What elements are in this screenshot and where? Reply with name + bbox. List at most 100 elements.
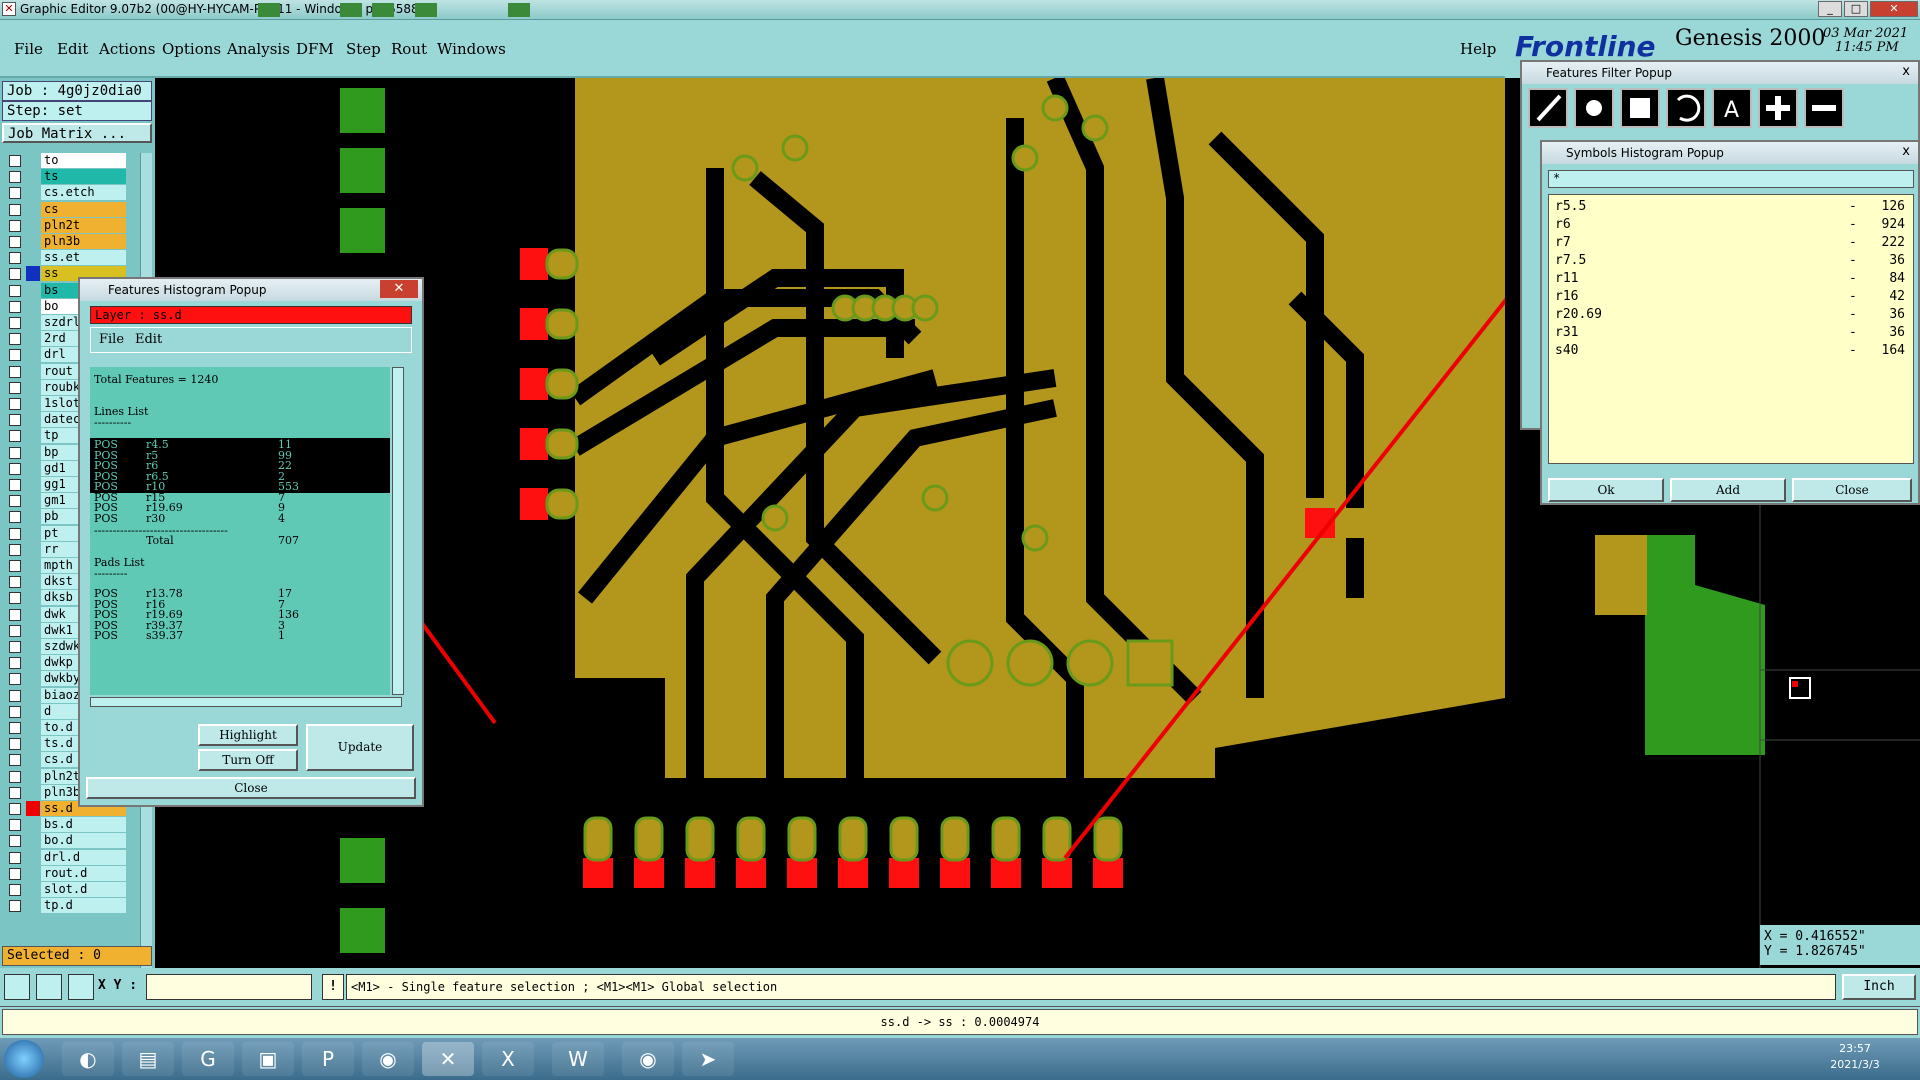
update-button[interactable]: Update xyxy=(306,724,414,771)
layer-checkbox[interactable] xyxy=(9,819,21,832)
layer-row[interactable]: ss.et xyxy=(5,250,126,266)
layer-checkbox[interactable] xyxy=(9,770,21,783)
notepad-icon[interactable]: ▤ xyxy=(122,1042,174,1076)
layer-checkbox[interactable] xyxy=(9,543,21,556)
negative-filter-icon[interactable] xyxy=(1804,88,1844,128)
positive-filter-icon[interactable] xyxy=(1758,88,1798,128)
layer-row[interactable]: rout.d xyxy=(5,865,126,881)
symbol-row[interactable]: r7.5 - 36 xyxy=(1555,253,1905,271)
close-button[interactable]: Close xyxy=(1792,478,1912,502)
layer-checkbox[interactable] xyxy=(9,560,21,572)
menu-file[interactable]: File xyxy=(14,40,43,58)
layer-checkbox[interactable] xyxy=(9,786,21,799)
layer-checkbox[interactable] xyxy=(9,236,21,248)
layer-checkbox[interactable] xyxy=(9,398,21,410)
symbol-row[interactable]: r5.5 - 126 xyxy=(1555,199,1905,217)
paper-plane-icon[interactable]: ➤ xyxy=(682,1042,734,1076)
layer-label[interactable]: cs.etch xyxy=(41,185,126,201)
features-scrollbar[interactable] xyxy=(392,367,404,695)
close-icon[interactable]: ✕ xyxy=(1870,1,1918,17)
layer-checkbox[interactable] xyxy=(9,624,21,637)
histogram-row[interactable]: POS s39.37 1 xyxy=(90,629,390,642)
excel-icon[interactable]: X xyxy=(482,1042,534,1076)
layer-checkbox[interactable] xyxy=(9,803,21,815)
features-menu-file[interactable]: File xyxy=(99,332,124,347)
menu-rout[interactable]: Rout xyxy=(391,40,427,58)
maximize-icon[interactable]: □ xyxy=(1844,1,1868,17)
layer-checkbox[interactable] xyxy=(9,495,21,508)
layer-checkbox[interactable] xyxy=(9,349,21,362)
layer-checkbox[interactable] xyxy=(9,479,21,491)
zoom-icon[interactable] xyxy=(4,974,30,1000)
layer-label[interactable]: to xyxy=(41,153,126,168)
grid-icon[interactable] xyxy=(68,974,94,1000)
symbol-row[interactable]: r16 - 42 xyxy=(1555,289,1905,307)
minimize-icon[interactable]: _ xyxy=(1818,1,1842,17)
symbol-filter-input[interactable]: * xyxy=(1548,170,1914,188)
histogram-row[interactable]: POS r30 4 xyxy=(90,512,390,525)
job-matrix-button[interactable]: Job Matrix ... xyxy=(2,123,152,143)
menu-help[interactable]: Help xyxy=(1460,40,1496,58)
layer-checkbox[interactable] xyxy=(9,219,21,232)
layer-label[interactable]: bs.d xyxy=(41,817,126,833)
layer-label[interactable]: cs xyxy=(41,201,126,217)
layer-checkbox[interactable] xyxy=(9,641,21,653)
layer-checkbox[interactable] xyxy=(9,365,21,378)
layer-row[interactable]: slot.d xyxy=(5,882,126,897)
layer-checkbox[interactable] xyxy=(9,155,21,167)
layer-row[interactable]: tp.d xyxy=(5,898,126,914)
start-icon[interactable] xyxy=(4,1040,44,1078)
layer-checkbox[interactable] xyxy=(9,462,21,475)
menu-dfm[interactable]: DFM xyxy=(296,40,334,58)
layer-label[interactable]: tp.d xyxy=(41,898,126,914)
layer-label[interactable]: drl.d xyxy=(41,849,126,865)
layer-row[interactable]: bs.d xyxy=(5,817,126,833)
genesis-app-icon[interactable]: ✕ xyxy=(422,1042,474,1076)
filter-close-icon[interactable]: x xyxy=(1902,64,1910,79)
menu-options[interactable]: Options xyxy=(162,40,221,58)
symbol-row[interactable]: r20.69 - 36 xyxy=(1555,307,1905,325)
xy-input[interactable] xyxy=(146,974,312,1000)
word-icon[interactable]: W xyxy=(552,1042,604,1076)
layer-checkbox[interactable] xyxy=(9,430,21,443)
menu-actions[interactable]: Actions xyxy=(99,40,155,58)
layer-checkbox[interactable] xyxy=(9,851,21,864)
layer-checkbox[interactable] xyxy=(9,900,21,913)
layer-checkbox[interactable] xyxy=(9,576,21,589)
save-disk-icon[interactable]: ▣ xyxy=(242,1042,294,1076)
symbol-row[interactable]: r6 - 924 xyxy=(1555,217,1905,235)
layer-checkbox[interactable] xyxy=(9,673,21,686)
layer-checkbox[interactable] xyxy=(9,722,21,734)
layer-checkbox[interactable] xyxy=(9,333,21,346)
text-filter-icon[interactable]: A xyxy=(1712,88,1752,128)
layer-checkbox[interactable] xyxy=(9,187,21,200)
p-app-icon[interactable]: P xyxy=(302,1042,354,1076)
features-close-icon[interactable]: ✕ xyxy=(380,280,418,298)
symbol-row[interactable]: r11 - 84 xyxy=(1555,271,1905,289)
menu-analysis[interactable]: Analysis xyxy=(227,40,290,58)
features-hscrollbar[interactable] xyxy=(90,697,402,707)
layer-row[interactable]: cs xyxy=(5,201,126,217)
layer-checkbox[interactable] xyxy=(9,608,21,621)
layer-checkbox[interactable] xyxy=(9,738,21,751)
layer-checkbox[interactable] xyxy=(9,268,21,281)
layer-checkbox[interactable] xyxy=(9,446,21,459)
layer-checkbox[interactable] xyxy=(9,527,21,540)
layer-label[interactable]: bo.d xyxy=(41,833,126,849)
layer-row[interactable]: pln2t xyxy=(5,217,126,233)
layer-label[interactable]: rout.d xyxy=(41,865,126,881)
layer-checkbox[interactable] xyxy=(9,300,21,313)
eye-app-icon[interactable]: ◉ xyxy=(362,1042,414,1076)
symbol-row[interactable]: s40 - 164 xyxy=(1555,343,1905,361)
layer-label[interactable]: pln3b xyxy=(41,234,126,249)
eye-app-2-icon[interactable]: ◉ xyxy=(622,1042,674,1076)
layer-checkbox[interactable] xyxy=(9,171,21,184)
symbol-row[interactable]: r7 - 222 xyxy=(1555,235,1905,253)
layer-row[interactable]: bo.d xyxy=(5,833,126,849)
layer-checkbox[interactable] xyxy=(9,705,21,718)
layer-row[interactable]: pln3b xyxy=(5,234,126,249)
layer-checkbox[interactable] xyxy=(9,884,21,896)
symbols-close-icon[interactable]: x xyxy=(1902,144,1910,159)
layer-checkbox[interactable] xyxy=(9,592,21,605)
layer-checkbox[interactable] xyxy=(9,689,21,702)
